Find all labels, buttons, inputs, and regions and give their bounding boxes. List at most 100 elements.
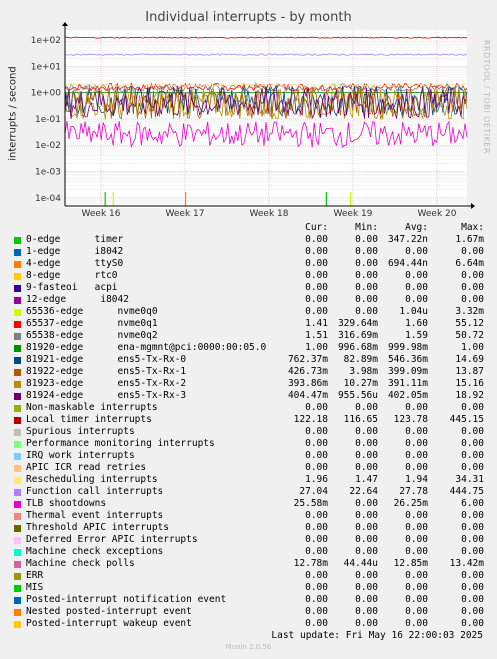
legend-swatch xyxy=(14,525,21,532)
legend-row: 81923-edge ens5-Tx-Rx-2 393.86m 10.27m 391.… xyxy=(14,378,494,390)
legend-swatch xyxy=(14,333,21,340)
legend-swatch xyxy=(14,573,21,580)
legend-row: ERR 0.00 0.00 0.00 0.00 xyxy=(14,570,494,582)
legend-swatch xyxy=(14,453,21,460)
legend-swatch xyxy=(14,405,21,412)
legend-label: Local timer interrupts xyxy=(26,414,152,425)
legend-row: 81920-edge ena-mgmnt@pci:0000:00:05.0 1.0… xyxy=(14,342,494,354)
legend-label: 81921-edge ens5-Tx-Rx-0 xyxy=(26,354,187,365)
legend-value-max: 34.31 xyxy=(455,474,484,485)
legend-value-avg: 12.85m xyxy=(393,558,428,569)
legend-value-max: 0.00 xyxy=(461,426,484,437)
legend-swatch xyxy=(14,273,21,280)
legend-label: 0-edge timer xyxy=(26,234,124,245)
y-tick-label: 1e-03 xyxy=(35,168,61,178)
legend-label: Rescheduling interrupts xyxy=(26,474,158,485)
legend-value-max: 55.12 xyxy=(455,318,484,329)
legend-value-avg: 546.36m xyxy=(387,354,428,365)
legend-value-max: 1.00 xyxy=(461,342,484,353)
legend-label: 12-edge i8042 xyxy=(26,294,129,305)
legend-swatch xyxy=(14,393,21,400)
legend-value-avg: 0.00 xyxy=(405,582,428,593)
legend-label: ERR xyxy=(26,570,44,581)
legend-swatch xyxy=(14,309,21,316)
legend-value-avg: 0.00 xyxy=(405,618,428,629)
legend-value-max: 13.87 xyxy=(455,366,484,377)
last-update: Last update: Fri May 16 22:00:03 2025 xyxy=(271,630,483,641)
legend-swatch xyxy=(14,549,21,556)
legend-value-max: 0.00 xyxy=(461,438,484,449)
legend-value-max: 0.00 xyxy=(461,606,484,617)
legend-value-avg: 0.00 xyxy=(405,546,428,557)
legend-value-max: 18.92 xyxy=(455,390,484,401)
legend-row: Posted-interrupt wakeup event 0.00 0.00 0.0… xyxy=(14,618,494,630)
legend-swatch xyxy=(14,597,21,604)
legend-value-max: 0.00 xyxy=(461,462,484,473)
legend-label: Machine check exceptions xyxy=(26,546,164,557)
legend-value-max: 0.00 xyxy=(461,510,484,521)
legend-row: 81921-edge ens5-Tx-Rx-0 762.37m 82.89m 546.… xyxy=(14,354,494,366)
legend-value-avg: 391.11m xyxy=(387,378,428,389)
legend-row: 8-edge rtc0 0.00 0.00 0.00 0.00 xyxy=(14,270,494,282)
legend-value-max: 14.69 xyxy=(455,354,484,365)
legend-value-avg: 0.00 xyxy=(405,270,428,281)
legend-value-max: 0.00 xyxy=(461,534,484,545)
legend-label: 65538-edge nvme0q2 xyxy=(26,330,158,341)
legend-value-avg: 402.05m xyxy=(387,390,428,401)
legend-row: Posted-interrupt notification event 0.00 0… xyxy=(14,594,494,606)
legend-value-avg: 27.78 xyxy=(399,486,428,497)
legend-header-max: Max: xyxy=(461,222,484,233)
legend-label: Non-maskable interrupts xyxy=(26,402,158,413)
legend-swatch xyxy=(14,429,21,436)
legend-label: 65537-edge nvme0q1 xyxy=(26,318,158,329)
x-tick-label: Week 19 xyxy=(334,209,373,219)
legend-row: 12-edge i8042 0.00 0.00 0.00 0.00 xyxy=(14,294,494,306)
x-axis-arrow xyxy=(471,203,475,209)
legend-label: 8-edge rtc0 xyxy=(26,270,118,281)
legend-label: 9-fasteoi acpi xyxy=(26,282,118,293)
legend-value-avg: 399.09m xyxy=(387,366,428,377)
y-tick-label: 1e+00 xyxy=(31,89,62,99)
y-tick-label: 1e-01 xyxy=(35,115,61,125)
legend-row: 4-edge ttyS0 0.00 0.00 694.44n 6.64m xyxy=(14,258,494,270)
legend-value-max: 0.00 xyxy=(461,282,484,293)
legend-swatch xyxy=(14,441,21,448)
legend-label: IRQ work interrupts xyxy=(26,450,135,461)
legend-header-avg: Avg: xyxy=(405,222,428,233)
legend-swatch xyxy=(14,285,21,292)
legend-swatch xyxy=(14,621,21,628)
legend-value-max: 6.00 xyxy=(461,498,484,509)
legend-row: 81924-edge ens5-Tx-Rx-3 404.47m 955.56u 402… xyxy=(14,390,494,402)
legend-swatch xyxy=(14,237,21,244)
legend-label: TLB shootdowns xyxy=(26,498,107,509)
legend-swatch xyxy=(14,477,21,484)
legend-label: MIS xyxy=(26,582,44,593)
legend-value-max: 0.00 xyxy=(461,450,484,461)
legend-row: Deferred Error APIC interrupts 0.00 0.00 0.… xyxy=(14,534,494,546)
legend-value-max: 444.75 xyxy=(449,486,484,497)
legend-swatch xyxy=(14,489,21,496)
legend-swatch xyxy=(14,561,21,568)
legend-label: Function call interrupts xyxy=(26,486,164,497)
legend-label: 1-edge i8042 xyxy=(26,246,124,257)
legend-value-max: 0.00 xyxy=(461,546,484,557)
legend-value-avg: 0.00 xyxy=(405,522,428,533)
legend-value-avg: 1.59 xyxy=(405,330,428,341)
x-tick-label: Week 16 xyxy=(82,209,121,219)
legend-value-avg: 1.94 xyxy=(405,474,428,485)
legend-value-max: 1.67m xyxy=(455,234,484,245)
legend-value-avg: 0.00 xyxy=(405,606,428,617)
legend-swatch xyxy=(14,417,21,424)
legend-value-avg: 0.00 xyxy=(405,294,428,305)
legend-value-max: 6.64m xyxy=(455,258,484,269)
legend-value-avg: 0.00 xyxy=(405,426,428,437)
legend-label: Posted-interrupt notification event xyxy=(26,594,227,605)
legend-label: Nested posted-interrupt event xyxy=(26,606,192,617)
legend-row: Nested posted-interrupt event 0.00 0.00 0.0… xyxy=(14,606,494,618)
legend-value-max: 0.00 xyxy=(461,570,484,581)
legend-label: Deferred Error APIC interrupts xyxy=(26,534,198,545)
legend-label: Posted-interrupt wakeup event xyxy=(26,618,192,629)
legend-swatch xyxy=(14,537,21,544)
legend-label: Threshold APIC interrupts xyxy=(26,522,169,533)
legend-row: Spurious interrupts 0.00 0.00 0.00 0.00 xyxy=(14,426,494,438)
